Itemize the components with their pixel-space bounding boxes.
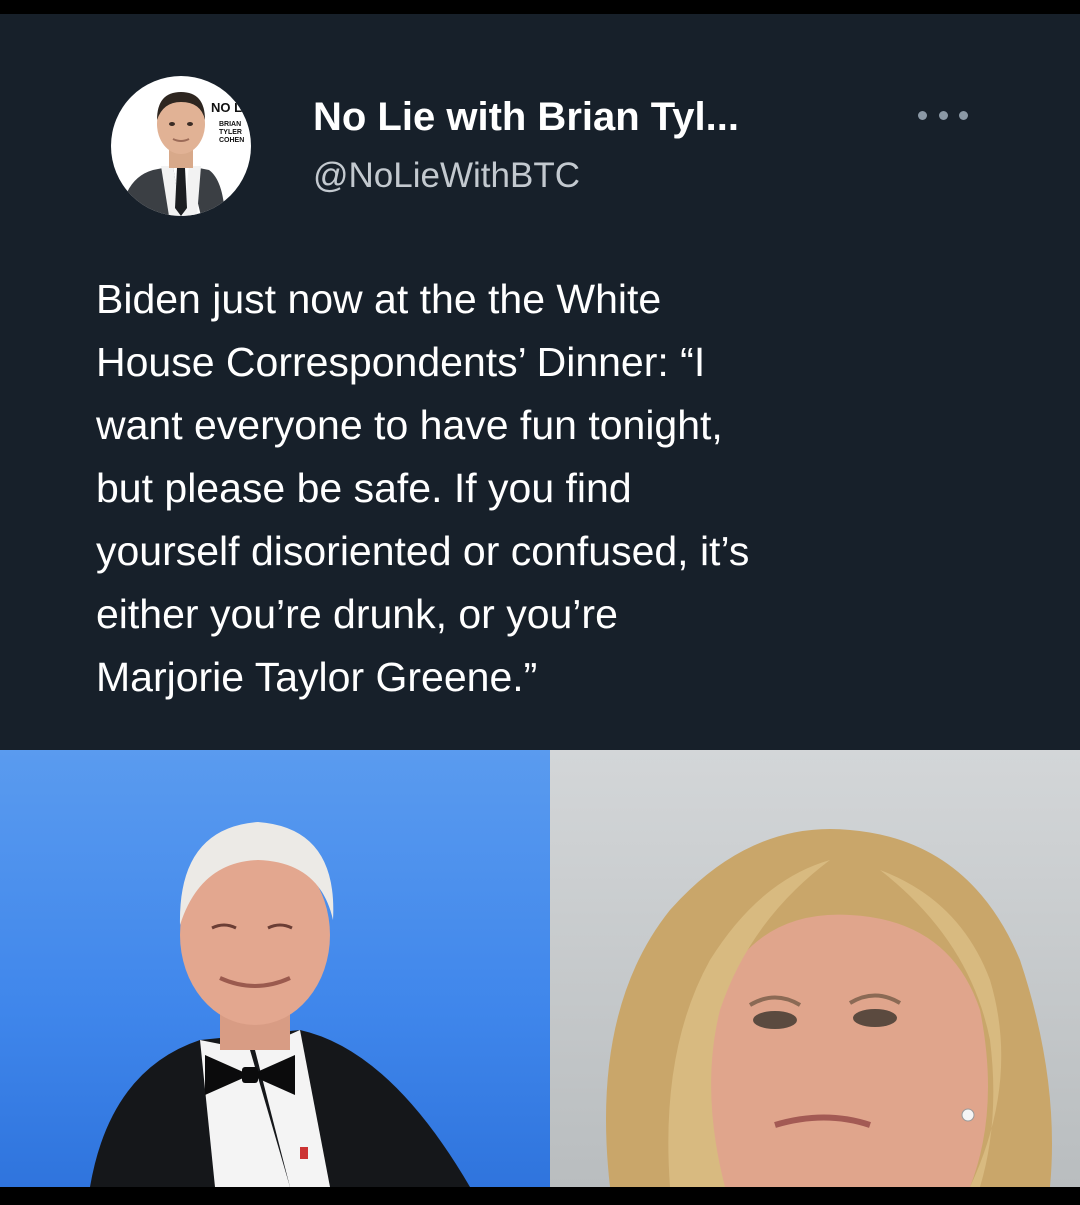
tweet-text-line: want everyone to have fun tonight, — [96, 402, 723, 448]
tweet-text-line: Marjorie Taylor Greene.” — [96, 654, 538, 700]
more-dot — [918, 110, 927, 120]
avatar[interactable]: NO LIE BRIAN TYLER COHEN — [111, 76, 251, 216]
svg-text:BRIAN: BRIAN — [219, 121, 241, 128]
tweet-text-line: Biden just now at the the White — [96, 276, 662, 322]
tweet-text-line: either you’re drunk, or you’re — [96, 591, 618, 637]
tweet-media[interactable] — [0, 750, 1080, 1187]
tweet-text-line: yourself disoriented or confused, it’s — [96, 528, 750, 574]
svg-text:TYLER: TYLER — [219, 129, 242, 136]
top-bar — [0, 0, 1080, 14]
media-photo-left[interactable] — [0, 750, 550, 1187]
media-photo-right[interactable] — [550, 750, 1080, 1187]
svg-text:COHEN: COHEN — [219, 137, 244, 144]
more-dot — [938, 110, 948, 120]
tweet-text-line: House Correspondents’ Dinner: “I — [96, 339, 706, 385]
display-name[interactable]: No Lie with Brian Tyl... — [313, 89, 739, 145]
tweet-card[interactable]: NO LIE BRIAN TYLER COHEN No Lie with Bri… — [0, 14, 1080, 750]
handle[interactable]: @NoLieWithBTC — [313, 152, 580, 200]
more-dot — [959, 110, 968, 120]
more-horizontal-icon[interactable] — [918, 104, 968, 126]
tweet-text-line: but please be safe. If you find — [96, 465, 632, 511]
bottom-bar — [0, 1187, 1080, 1205]
tweet-text: Biden just now at the the White House Co… — [96, 268, 1016, 709]
svg-text:NO LIE: NO LIE — [211, 100, 251, 115]
